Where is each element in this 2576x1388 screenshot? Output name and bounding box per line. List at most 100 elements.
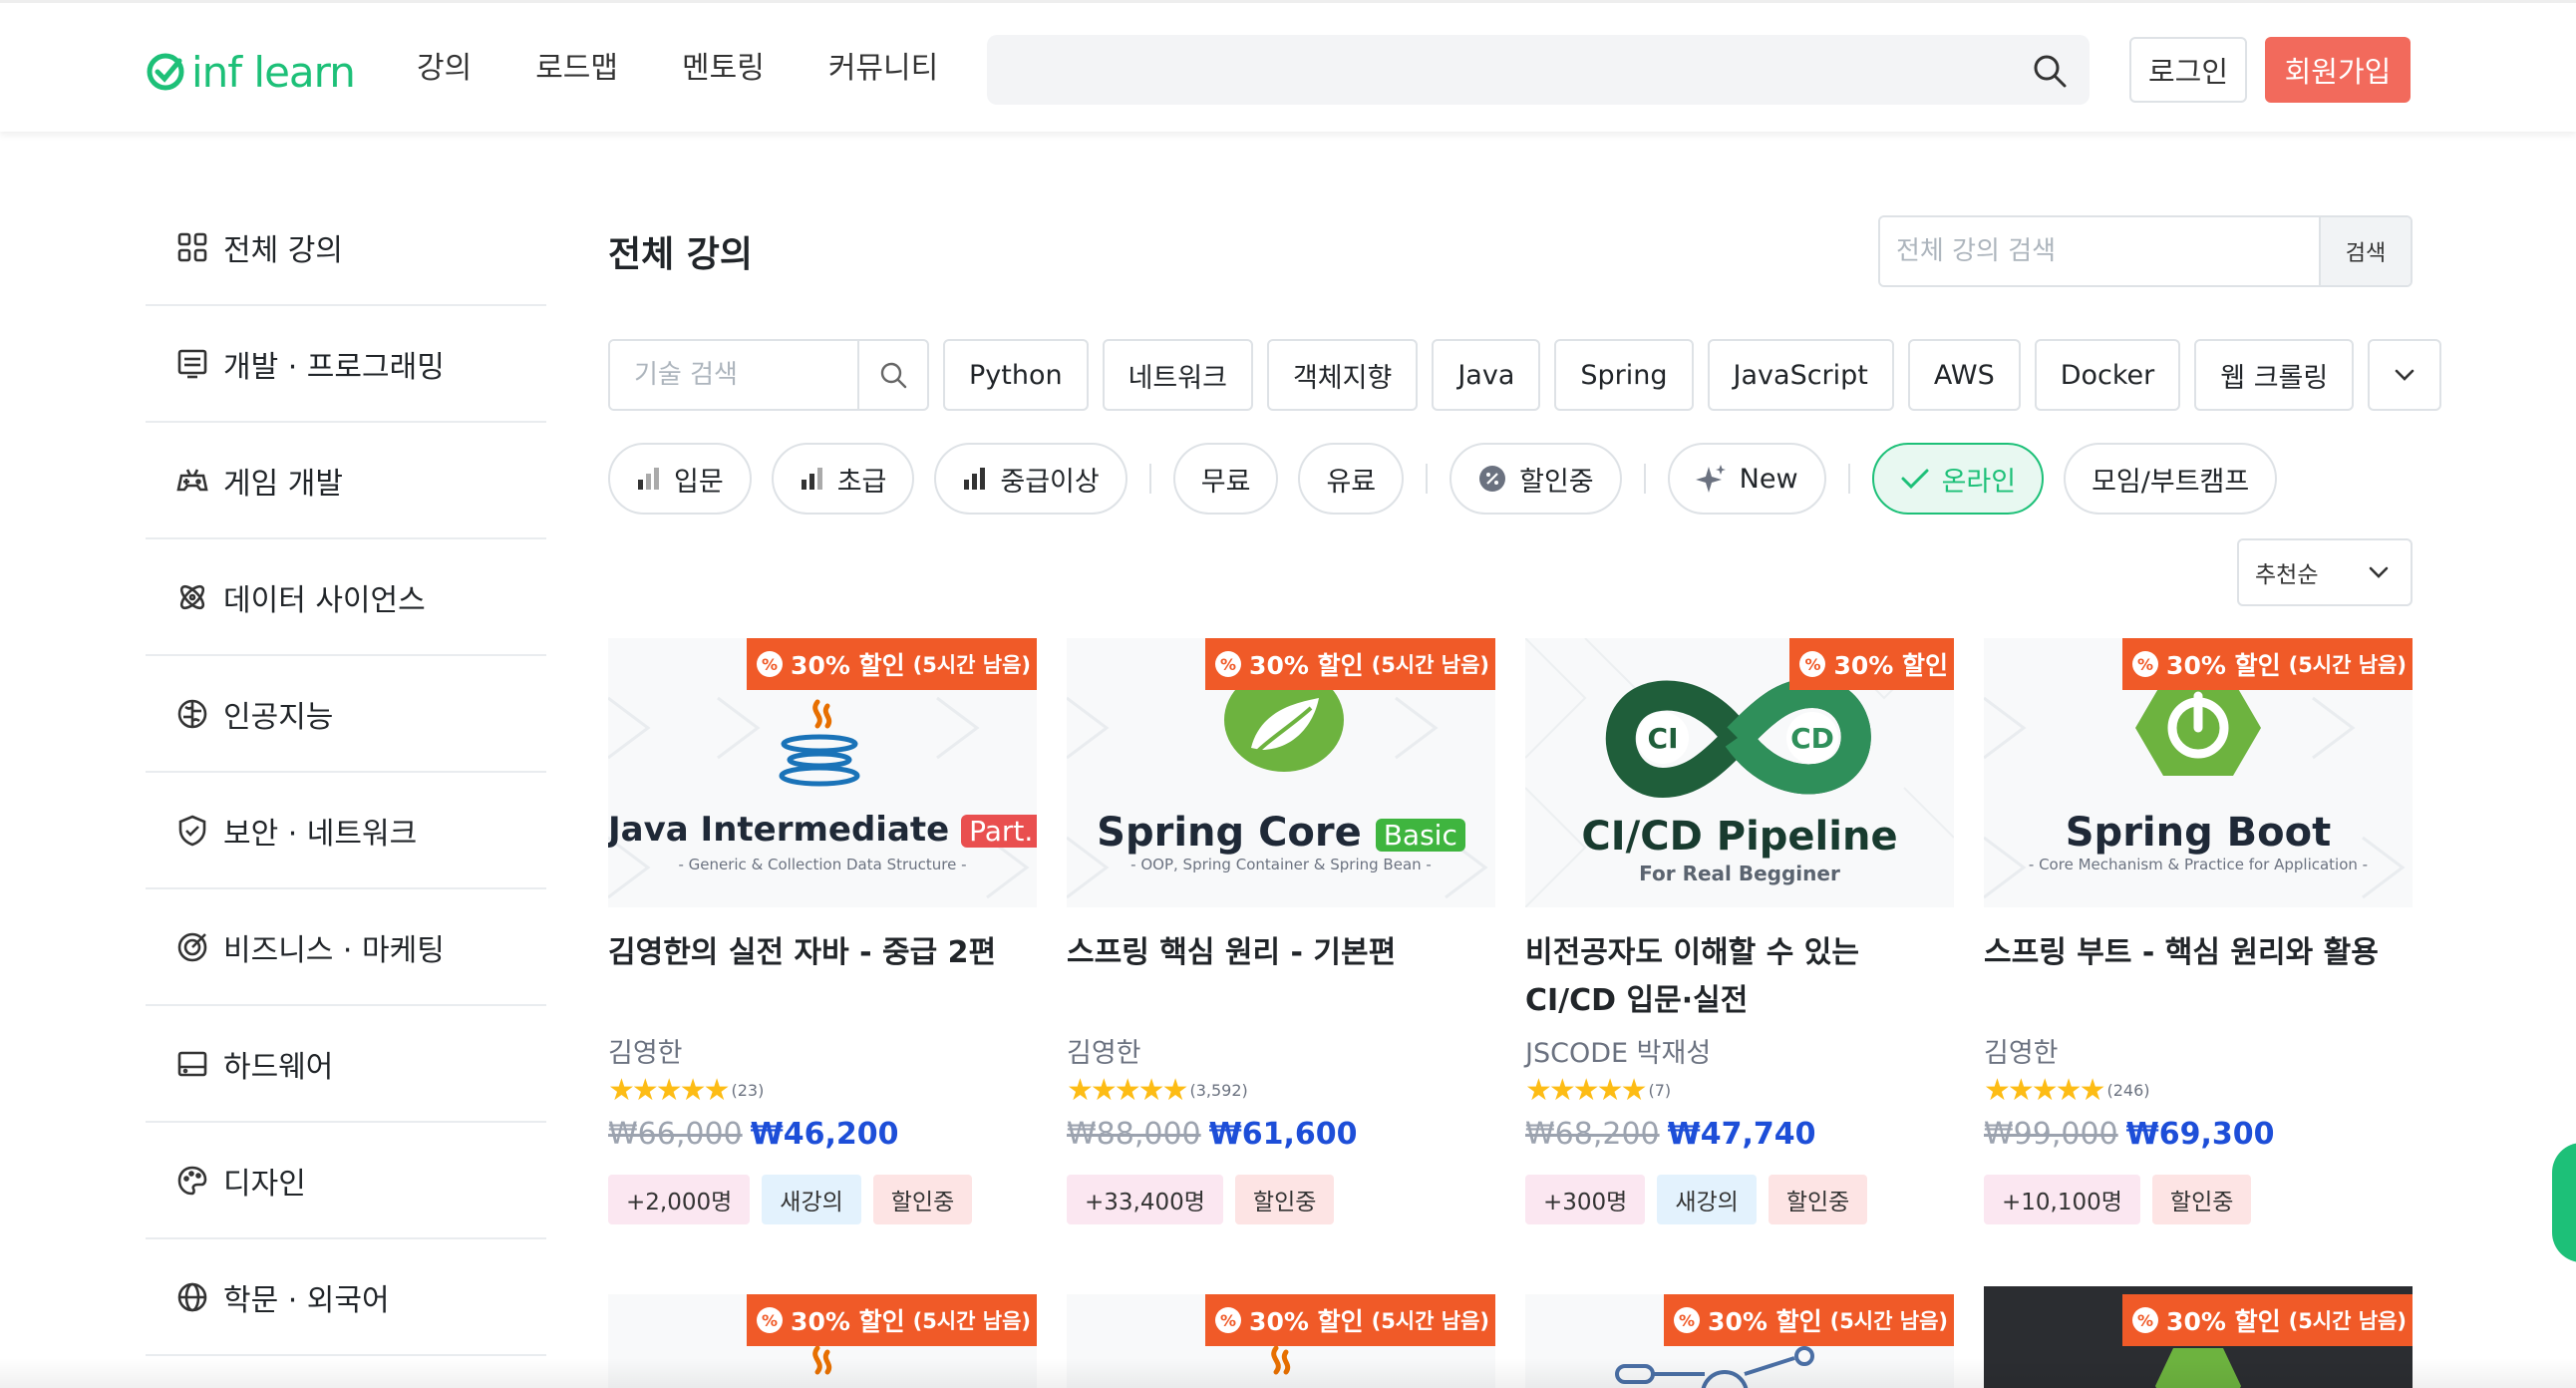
category-sidebar: 전체 강의 개발 · 프로그래밍 게임 개발 데이터 사이언스 인공지능 보안 … xyxy=(146,189,546,1356)
skill-tag[interactable]: Java xyxy=(1432,339,1541,411)
nav-roadmap[interactable]: 로드맵 xyxy=(535,47,618,91)
filter-discount[interactable]: 할인중 xyxy=(1449,443,1622,515)
filter-bootcamp[interactable]: 모임/부트캠프 xyxy=(2064,443,2278,515)
discount-text: 30% 할인 xyxy=(2166,651,2281,680)
filter-label: 중급이상 xyxy=(1000,466,1100,498)
sidebar-item-dev[interactable]: 개발 · 프로그래밍 xyxy=(146,306,546,423)
sidebar-item-academic[interactable]: 학문 · 외국어 xyxy=(146,1239,546,1356)
discount-icon: % xyxy=(757,651,784,677)
sale-price: ₩47,740 xyxy=(1667,1117,1816,1152)
skill-tag[interactable]: Python xyxy=(943,339,1089,411)
filter-paid[interactable]: 유료 xyxy=(1298,443,1405,515)
sidebar-item-all[interactable]: 전체 강의 xyxy=(146,189,546,306)
skill-search-input[interactable] xyxy=(610,341,857,409)
thumbnail-subtitle: - Core Mechanism & Practice for Applicat… xyxy=(2028,856,2369,873)
rating-count: (246) xyxy=(2106,1080,2150,1100)
skill-filter-row: Python 네트워크 객체지향 Java Spring JavaScript … xyxy=(608,339,2442,411)
signup-button[interactable]: 회원가입 xyxy=(2265,37,2411,103)
sidebar-item-label: 전체 강의 xyxy=(223,232,343,268)
course-search-input[interactable] xyxy=(1880,217,2319,285)
nav-community[interactable]: 커뮤니티 xyxy=(828,47,938,91)
course-thumbnail: Spring Boot - Core Mechanism & Practice … xyxy=(1984,638,2413,907)
discount-icon: % xyxy=(2132,1307,2159,1333)
course-card[interactable]: Spring Core Basic - OOP, Spring Containe… xyxy=(1067,638,1495,1224)
skill-tag[interactable]: AWS xyxy=(1907,339,2021,411)
discount-text: 30% 할인 xyxy=(1833,651,1948,680)
sidebar-item-security[interactable]: 보안 · 네트워크 xyxy=(146,773,546,889)
nav-courses[interactable]: 강의 xyxy=(417,47,472,91)
original-price: ₩99,000 xyxy=(1984,1117,2118,1152)
discount-icon: % xyxy=(2132,651,2159,677)
discount-text: 30% 할인 xyxy=(791,651,905,680)
discount-ribbon: % 30% 할인 (5시간 남음) xyxy=(1664,1294,1954,1346)
sidebar-item-hardware[interactable]: 하드웨어 xyxy=(146,1006,546,1123)
sidebar-item-data[interactable]: 데이터 사이언스 xyxy=(146,539,546,656)
skill-tag[interactable]: Docker xyxy=(2034,339,2181,411)
discount-ribbon: % 30% 할인 (5시간 남음) xyxy=(2122,638,2413,690)
sidebar-item-ai[interactable]: 인공지능 xyxy=(146,656,546,773)
course-filter-row: 입문 초급 중급이상 무료 유료 할인중 New 온라인 모임/부트캠프 xyxy=(608,443,2297,515)
skill-tag[interactable]: 네트워크 xyxy=(1102,339,1253,411)
sale-price: ₩69,300 xyxy=(2125,1117,2275,1152)
sidebar-item-game[interactable]: 게임 개발 xyxy=(146,423,546,539)
sort-select[interactable]: 추천순 xyxy=(2237,538,2413,606)
sidebar-item-label: 하드웨어 xyxy=(223,1049,334,1085)
floating-chat-button[interactable] xyxy=(2552,1143,2576,1262)
filter-free[interactable]: 무료 xyxy=(1172,443,1279,515)
course-rating: ★★★★★ (3,592) xyxy=(1067,1073,1495,1108)
sidebar-item-business[interactable]: 비즈니스 · 마케팅 xyxy=(146,889,546,1006)
discount-icon: % xyxy=(757,1307,784,1333)
sidebar-item-design[interactable]: 디자인 xyxy=(146,1123,546,1239)
course-card[interactable]: Java Intermediate Part. 2 - Generic & Co… xyxy=(608,638,1037,1224)
level-bars-icon xyxy=(638,468,659,490)
inflearn-logo[interactable]: inf learn xyxy=(146,47,356,97)
filter-level-intermediate[interactable]: 중급이상 xyxy=(934,443,1127,515)
course-card[interactable]: CI CD CI/CD Pipeline For Real Begginer %… xyxy=(1525,638,1954,1224)
course-search-button[interactable]: 검색 xyxy=(2319,217,2411,285)
filter-level-beginner[interactable]: 입문 xyxy=(608,443,752,515)
course-title[interactable]: 김영한의 실전 자바 - 중급 2편 xyxy=(608,929,1037,1025)
thumbnail-subtitle: - Generic & Collection Data Structure - xyxy=(678,856,967,873)
course-card[interactable]: Spring Boot - Core Mechanism & Practice … xyxy=(1984,638,2413,1224)
search-icon[interactable] xyxy=(2032,53,2068,89)
login-button[interactable]: 로그인 xyxy=(2129,37,2247,103)
nav-mentoring[interactable]: 멘토링 xyxy=(682,47,765,91)
course-thumbnail: CI CD CI/CD Pipeline For Real Begginer %… xyxy=(1525,638,1954,907)
thumbnail-title-text: Spring Boot xyxy=(2065,810,2332,856)
discount-badge-icon xyxy=(1479,466,1506,492)
sparkle-icon xyxy=(1695,465,1726,493)
thumbnail-chip: Basic xyxy=(1375,818,1465,852)
course-title[interactable]: 비전공자도 이해할 수 있는 CI/CD 입문·실전 xyxy=(1525,929,1954,1025)
course-price: ₩88,000 ₩61,600 xyxy=(1067,1117,1495,1161)
course-title[interactable]: 스프링 부트 - 핵심 원리와 활용 xyxy=(1984,929,2413,1025)
chevron-down-icon xyxy=(2395,369,2415,381)
filter-online[interactable]: 온라인 xyxy=(1871,443,2045,515)
discount-ribbon: % 30% 할인 (5시간 남음) xyxy=(747,1294,1037,1346)
brain-icon xyxy=(177,699,207,728)
course-badges: +33,400명 할인중 xyxy=(1067,1175,1495,1224)
skill-tags-expand-button[interactable] xyxy=(2368,339,2442,411)
skill-tag[interactable]: Spring xyxy=(1554,339,1694,411)
discount-time: (5시간 남음) xyxy=(1829,1309,1948,1333)
skill-tag[interactable]: 객체지향 xyxy=(1266,339,1419,411)
logo-mark-icon xyxy=(147,53,184,91)
skill-search xyxy=(608,339,929,411)
original-price: ₩66,000 xyxy=(608,1117,743,1152)
course-title[interactable]: 스프링 핵심 원리 - 기본편 xyxy=(1067,929,1495,1025)
skill-tag[interactable]: 웹 크롤링 xyxy=(2194,339,2355,411)
global-search-input[interactable] xyxy=(987,35,2090,105)
students-badge: +300명 xyxy=(1525,1175,1646,1224)
atom-icon xyxy=(179,584,205,609)
skill-tag[interactable]: JavaScript xyxy=(1707,339,1894,411)
discount-icon: % xyxy=(1215,1307,1242,1333)
course-rating: ★★★★★ (7) xyxy=(1525,1073,1954,1108)
skill-search-button[interactable] xyxy=(857,341,927,409)
rating-stars-icon: ★★★★★ xyxy=(608,1072,730,1108)
java-logo-icon xyxy=(779,699,860,787)
discount-ribbon: % 30% 할인 (5시간 남음) xyxy=(747,638,1037,690)
thumbnail-subtitle: For Real Begginer xyxy=(1639,862,1840,885)
original-price: ₩68,200 xyxy=(1525,1117,1660,1152)
filter-level-elementary[interactable]: 초급 xyxy=(771,443,915,515)
filter-new[interactable]: New xyxy=(1667,443,1826,515)
rating-count: (23) xyxy=(731,1080,765,1100)
